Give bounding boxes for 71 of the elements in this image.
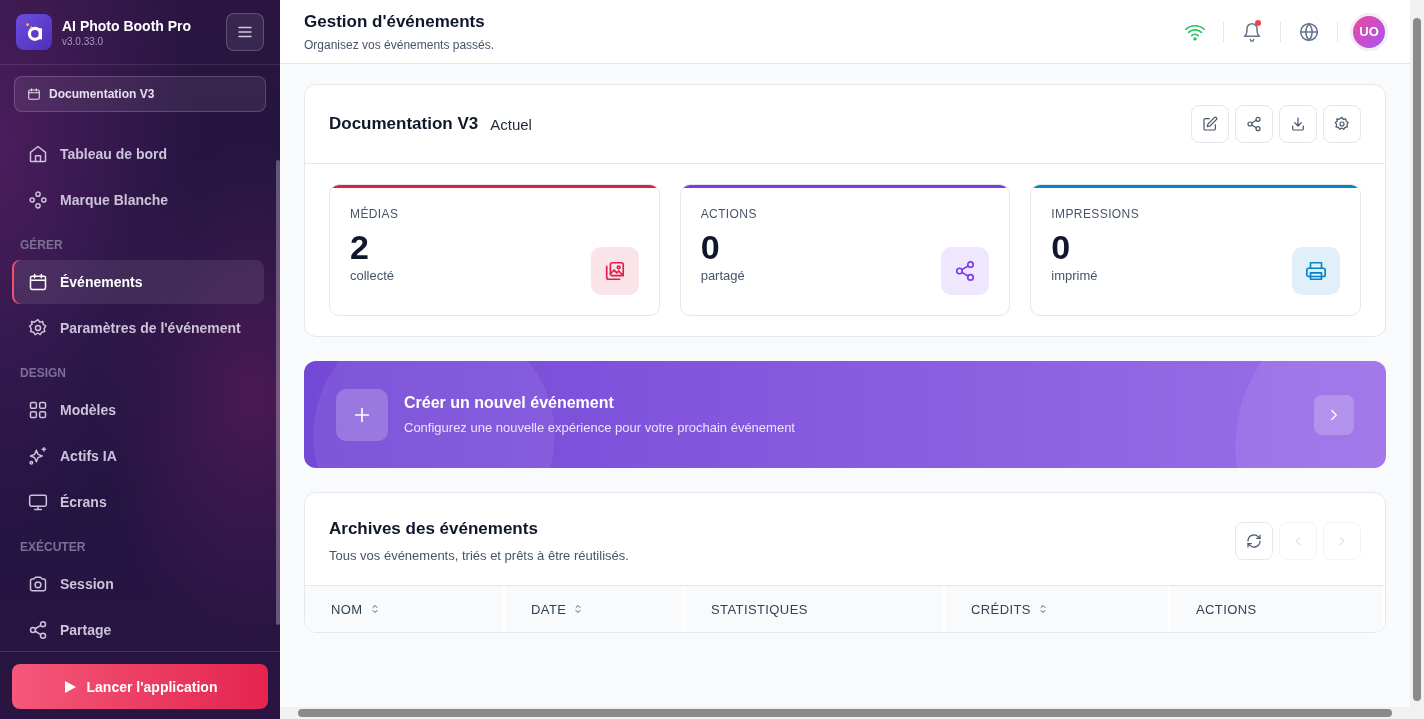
add-button[interactable] xyxy=(336,388,388,441)
stat-value: 0 xyxy=(1051,229,1072,267)
column-header[interactable]: CRÉDITS xyxy=(945,586,1170,632)
section-subtitle: Tous vos événements, triés et prêts à être réutilisés. xyxy=(329,548,630,563)
app-logo xyxy=(16,14,52,50)
column-header: ACTIONS xyxy=(1170,586,1385,632)
edit-icon xyxy=(1202,116,1218,132)
event-selector[interactable]: Documentation V3 xyxy=(14,76,266,112)
grid-icon xyxy=(28,400,48,420)
nav-item[interactable]: Tableau de bord xyxy=(12,132,264,176)
globe-icon xyxy=(1299,21,1319,42)
user-avatar[interactable]: UO xyxy=(1350,12,1388,51)
page-subtitle: Organisez vos événements passés. xyxy=(304,37,496,52)
refresh-icon xyxy=(1246,533,1262,549)
stat-caption: partagé xyxy=(700,268,746,284)
app-name: AI Photo Booth Pro xyxy=(62,17,193,34)
nav-item[interactable]: Écrans xyxy=(12,480,264,524)
share-icon xyxy=(1246,116,1262,132)
stat-value: 2 xyxy=(350,229,370,267)
launch-button[interactable]: Lancer l'application xyxy=(12,664,268,709)
section-title: Archives des événements xyxy=(329,519,539,539)
column-header: STATISTIQUES xyxy=(685,586,945,632)
calendar-icon xyxy=(28,272,48,292)
scrollbar[interactable] xyxy=(276,160,280,625)
settings-icon xyxy=(1334,116,1350,132)
stat-label: MÉDIAS xyxy=(350,207,400,221)
column-header[interactable]: NOM xyxy=(305,586,505,632)
download-button[interactable] xyxy=(1279,105,1317,143)
refresh-button[interactable] xyxy=(1235,522,1273,560)
horizontal-scrollbar[interactable] xyxy=(298,709,1392,717)
nav-item[interactable]: Modèles xyxy=(12,388,264,432)
nav-item[interactable]: Actifs IA xyxy=(12,434,264,478)
nav-item[interactable]: Marque Blanche xyxy=(12,178,264,222)
share-icon xyxy=(954,260,977,282)
stat-caption: collecté xyxy=(350,268,396,284)
camera-icon xyxy=(28,574,48,594)
section-label: DESIGN xyxy=(19,365,67,382)
nav-item[interactable]: Événements xyxy=(12,260,264,304)
section-label: EXÉCUTER xyxy=(19,538,87,556)
edit-button[interactable] xyxy=(1191,105,1229,143)
page-title: Gestion d'événements xyxy=(304,11,486,32)
vertical-scrollbar[interactable] xyxy=(1413,18,1421,701)
section-label: GÉRER xyxy=(19,236,64,254)
event-status: Actuel xyxy=(490,115,533,133)
banner-subtitle: Configurez une nouvelle expérience pour votre prochain événement xyxy=(404,420,796,435)
menu-button[interactable] xyxy=(226,13,264,51)
images-icon xyxy=(603,260,626,282)
sparkle-icon xyxy=(28,446,48,466)
stat-value: 0 xyxy=(700,229,721,267)
settings-button[interactable] xyxy=(1323,105,1361,143)
banner-title: Créer un nouvel événement xyxy=(404,394,615,412)
bell-icon xyxy=(1242,21,1262,42)
diamond-dots-icon xyxy=(28,190,48,210)
share-icon xyxy=(28,620,48,640)
nav-item[interactable]: Session xyxy=(12,562,264,606)
stat-caption: imprimé xyxy=(1051,268,1099,284)
nav-item[interactable]: Partage xyxy=(12,608,264,651)
share-button[interactable] xyxy=(1235,105,1273,143)
column-header[interactable]: DATE xyxy=(505,586,685,632)
calendar-icon xyxy=(27,87,41,101)
event-name: Documentation V3 xyxy=(329,114,479,134)
stat-label: IMPRESSIONS xyxy=(1051,207,1141,221)
stat-label: ACTIONS xyxy=(700,207,758,221)
home-icon xyxy=(28,144,48,164)
download-icon xyxy=(1290,116,1306,132)
settings-icon xyxy=(28,318,48,338)
play-icon xyxy=(62,679,77,694)
nav-item[interactable]: Paramètres de l'événement xyxy=(12,306,264,350)
printer-icon xyxy=(1305,260,1327,282)
app-version: v3.0.33.0 xyxy=(62,35,105,47)
monitor-icon xyxy=(28,492,48,512)
